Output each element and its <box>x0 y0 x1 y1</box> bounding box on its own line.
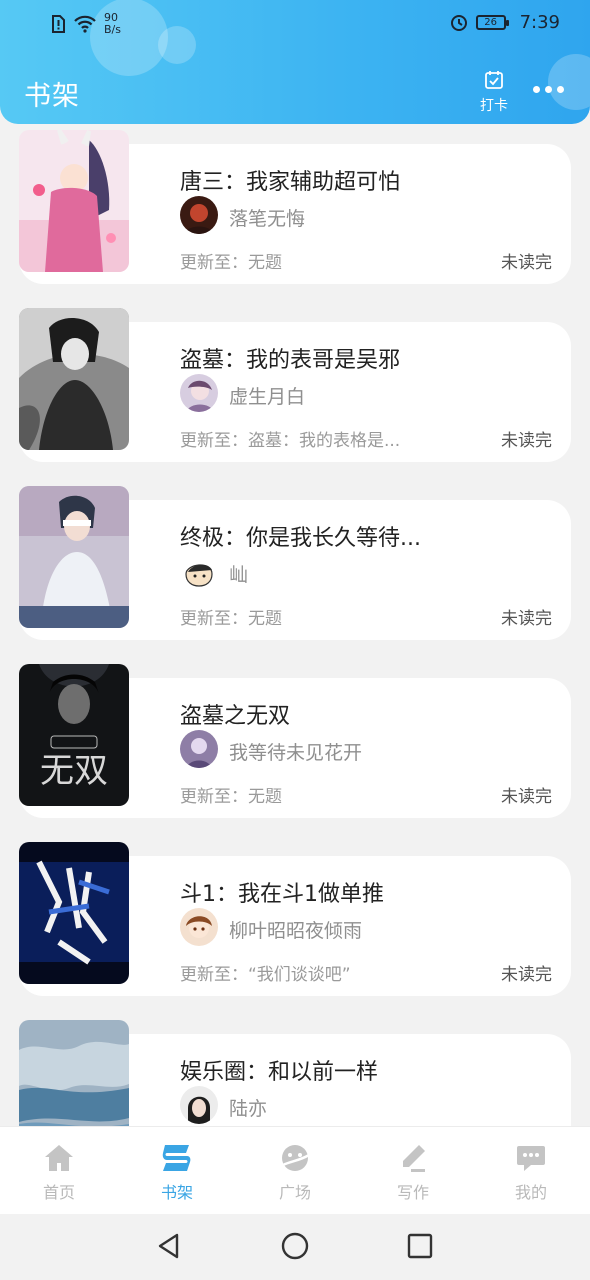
home-circle-icon[interactable] <box>281 1232 309 1260</box>
read-status: 未读完 <box>501 965 552 985</box>
tab-mine-label: 我的 <box>514 1183 547 1202</box>
pen-icon <box>403 1145 425 1172</box>
book-cover[interactable] <box>19 130 129 272</box>
update-info: 更新至：“我们谈谈吧” <box>180 965 351 985</box>
update-info: 更新至：无题 <box>180 787 282 807</box>
tab-bookshelf-label: 书架 <box>160 1183 193 1202</box>
net-speed: 90 B/s <box>104 11 121 36</box>
update-info: 更新至：无题 <box>180 609 282 629</box>
more-dot-icon <box>533 86 540 93</box>
tab-write-label: 写作 <box>396 1183 429 1202</box>
tab-mine[interactable]: 我的 <box>472 1127 590 1214</box>
checkin-label: 打卡 <box>480 98 508 114</box>
book-title: 终极：你是我长久等待... <box>180 526 421 551</box>
author-name: 落笔无悔 <box>229 208 306 230</box>
read-status: 未读完 <box>501 787 552 807</box>
author-avatar <box>180 908 218 946</box>
book-cover[interactable] <box>19 308 129 450</box>
recents-icon[interactable] <box>406 1232 434 1260</box>
tab-home[interactable]: 首页 <box>0 1127 118 1214</box>
calendar-check-icon <box>485 71 503 89</box>
decor-bubble <box>548 54 590 110</box>
page-title: 书架 <box>24 81 80 112</box>
checkin-button[interactable]: 打卡 <box>476 70 512 115</box>
book-title: 盗墓：我的表哥是吴邪 <box>180 348 401 373</box>
sim-alert-icon <box>52 15 65 33</box>
read-status: 未读完 <box>501 253 552 273</box>
author-avatar <box>180 1086 218 1124</box>
system-nav-bar <box>0 1214 590 1280</box>
book-title: 斗1：我在斗1做单推 <box>180 882 384 907</box>
more-dot-icon <box>545 86 552 93</box>
author-avatar <box>180 374 218 412</box>
author-name: 虚生月白 <box>229 386 306 408</box>
author-name: 柳叶昭昭夜倾雨 <box>229 920 363 942</box>
tab-plaza-label: 广场 <box>278 1183 311 1202</box>
author-avatar <box>180 730 218 768</box>
tab-plaza[interactable]: 广场 <box>236 1127 354 1214</box>
author-name: 我等待未见花开 <box>229 742 363 764</box>
battery-indicator: 26 <box>475 15 509 30</box>
status-bar: 90 B/s 26 7:39 <box>0 10 590 40</box>
tab-bookshelf[interactable]: 书架 <box>118 1127 236 1214</box>
bookshelf-icon <box>162 1145 191 1171</box>
book-title: 娱乐圈：和以前一样 <box>180 1060 379 1085</box>
more-menu-button[interactable] <box>533 86 564 93</box>
chat-bubble-icon <box>517 1146 545 1171</box>
bookshelf-list[interactable]: 唐三：我家辅助超可怕 落笔无悔 更新至：无题 未读完 盗墓：我的表哥是吴邪 虚生… <box>0 124 590 1126</box>
read-status: 未读完 <box>501 431 552 451</box>
tab-write[interactable]: 写作 <box>354 1127 472 1214</box>
plaza-icon <box>282 1145 310 1171</box>
read-status: 未读完 <box>501 609 552 629</box>
author-avatar <box>180 552 218 590</box>
wifi-icon <box>74 15 96 33</box>
more-dot-icon <box>557 86 564 93</box>
author-avatar <box>180 196 218 234</box>
cover-title-text: 无双 <box>40 751 108 791</box>
author-name: 屾 <box>229 564 249 586</box>
update-info: 更新至：盗墓：我的表格是... <box>180 431 401 451</box>
tab-home-label: 首页 <box>42 1183 75 1202</box>
book-cover[interactable] <box>19 842 129 984</box>
book-cover[interactable]: 无双 <box>19 664 129 806</box>
update-info: 更新至：无题 <box>180 253 282 273</box>
back-icon[interactable] <box>155 1232 183 1260</box>
clock: 7:39 <box>519 12 560 33</box>
author-name: 陆亦 <box>229 1098 268 1120</box>
home-icon <box>45 1145 73 1171</box>
book-cover[interactable] <box>19 1020 129 1126</box>
book-title: 唐三：我家辅助超可怕 <box>180 170 401 195</box>
bottom-navigation: 首页 书架 广场 写作 我的 <box>0 1126 590 1214</box>
app-header: 90 B/s 26 7:39 书架 打卡 <box>0 0 590 124</box>
alarm-icon <box>450 14 467 31</box>
book-cover[interactable] <box>19 486 129 628</box>
book-title: 盗墓之无双 <box>180 704 291 729</box>
